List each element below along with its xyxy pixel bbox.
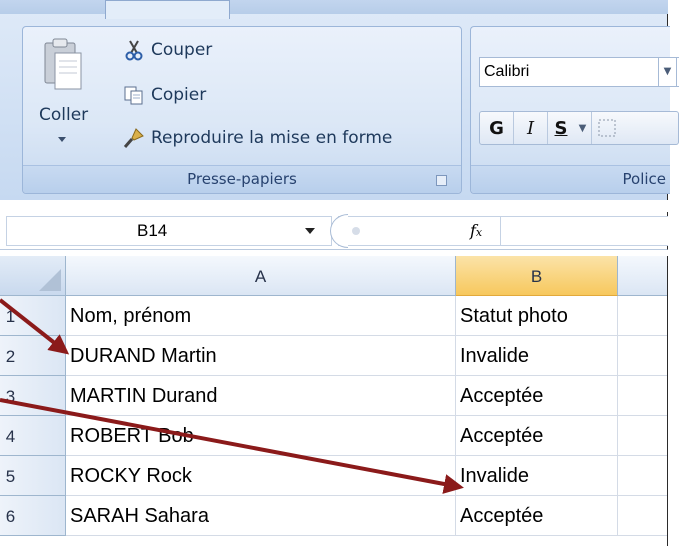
name-box[interactable]: B14 xyxy=(6,216,332,246)
font-group-title: Police xyxy=(622,170,667,188)
bold-button[interactable]: G xyxy=(480,112,514,144)
cell-c5[interactable] xyxy=(618,456,667,496)
paste-button[interactable]: Coller xyxy=(39,105,88,125)
clipboard-dialog-launcher-icon[interactable] xyxy=(436,175,447,186)
row-header-6[interactable]: 6 xyxy=(0,496,66,536)
clipboard-group-label: Presse-papiers xyxy=(23,165,461,193)
brush-icon xyxy=(123,128,144,148)
row-header-2[interactable]: 2 xyxy=(0,336,66,376)
cell-c4[interactable] xyxy=(618,416,667,456)
cell-c3[interactable] xyxy=(618,376,667,416)
cell-b1[interactable]: Statut photo xyxy=(456,296,618,336)
column-header-b[interactable]: B xyxy=(456,256,618,296)
cut-label: Couper xyxy=(151,40,213,60)
column-header-c[interactable] xyxy=(618,256,667,296)
row-header-4[interactable]: 4 xyxy=(0,416,66,456)
row-header-3[interactable]: 3 xyxy=(0,376,66,416)
formula-row: B14 fx xyxy=(0,212,668,250)
cell-a4[interactable]: ROBERT Bob xyxy=(66,416,456,456)
italic-button[interactable]: I xyxy=(514,112,548,144)
row-header-5[interactable]: 5 xyxy=(0,456,66,496)
insert-function-icon[interactable]: fx xyxy=(470,221,482,240)
formula-input[interactable] xyxy=(338,216,668,246)
cell-c6[interactable] xyxy=(618,496,667,536)
format-painter-label: Reproduire la mise en forme xyxy=(151,128,393,148)
tab-home[interactable] xyxy=(105,0,230,19)
font-name-dropdown-icon[interactable]: ▼ xyxy=(659,57,677,87)
font-format-toolbar: G I S ▼ xyxy=(479,111,679,145)
borders-button[interactable] xyxy=(592,112,622,144)
copy-button[interactable]: Copier xyxy=(123,84,206,106)
cell-b4[interactable]: Acceptée xyxy=(456,416,618,456)
name-box-dropdown-icon[interactable] xyxy=(305,228,315,234)
cell-a3[interactable]: MARTIN Durand xyxy=(66,376,456,416)
cell-a5[interactable]: ROCKY Rock xyxy=(66,456,456,496)
copy-label: Copier xyxy=(151,85,207,105)
cell-b2[interactable]: Invalide xyxy=(456,336,618,376)
cell-b3[interactable]: Acceptée xyxy=(456,376,618,416)
cell-a1[interactable]: Nom, prénom xyxy=(66,296,456,336)
scissors-icon xyxy=(125,40,143,61)
copy-icon xyxy=(124,86,143,105)
cell-a6[interactable]: SARAH Sahara xyxy=(66,496,456,536)
borders-icon xyxy=(598,119,616,137)
cell-a2[interactable]: DURAND Martin xyxy=(66,336,456,376)
underline-dropdown-icon[interactable]: ▼ xyxy=(574,112,592,144)
cut-button[interactable]: Couper xyxy=(123,39,212,61)
select-all-button[interactable] xyxy=(0,256,66,296)
cell-c2[interactable] xyxy=(618,336,667,376)
font-group: Calibri ▼ G I S ▼ Police xyxy=(470,26,679,194)
underline-button[interactable]: S xyxy=(548,112,574,144)
worksheet-grid: A B 1 Nom, prénom Statut photo 2 DURAND Mart… xyxy=(0,256,668,546)
column-header-a[interactable]: A xyxy=(66,256,456,296)
splitter-dot-icon xyxy=(352,227,360,235)
cell-b6[interactable]: Acceptée xyxy=(456,496,618,536)
clipboard-group: Coller Couper Copier Reproduire la mise … xyxy=(22,26,462,194)
row-header-1[interactable]: 1 xyxy=(0,296,66,336)
cell-c1[interactable] xyxy=(618,296,667,336)
ribbon: Coller Couper Copier Reproduire la mise … xyxy=(0,0,679,200)
format-painter-button[interactable]: Reproduire la mise en forme xyxy=(123,127,392,149)
paste-icon[interactable] xyxy=(43,37,85,93)
formula-separator xyxy=(500,216,501,246)
ribbon-tab-strip xyxy=(0,0,668,14)
font-name-input[interactable]: Calibri xyxy=(479,57,659,87)
font-group-label: Police xyxy=(471,165,670,193)
cell-b5[interactable]: Invalide xyxy=(456,456,618,496)
select-all-icon xyxy=(39,269,61,291)
paste-dropdown-icon[interactable] xyxy=(58,137,66,142)
clipboard-group-title: Presse-papiers xyxy=(187,170,297,188)
